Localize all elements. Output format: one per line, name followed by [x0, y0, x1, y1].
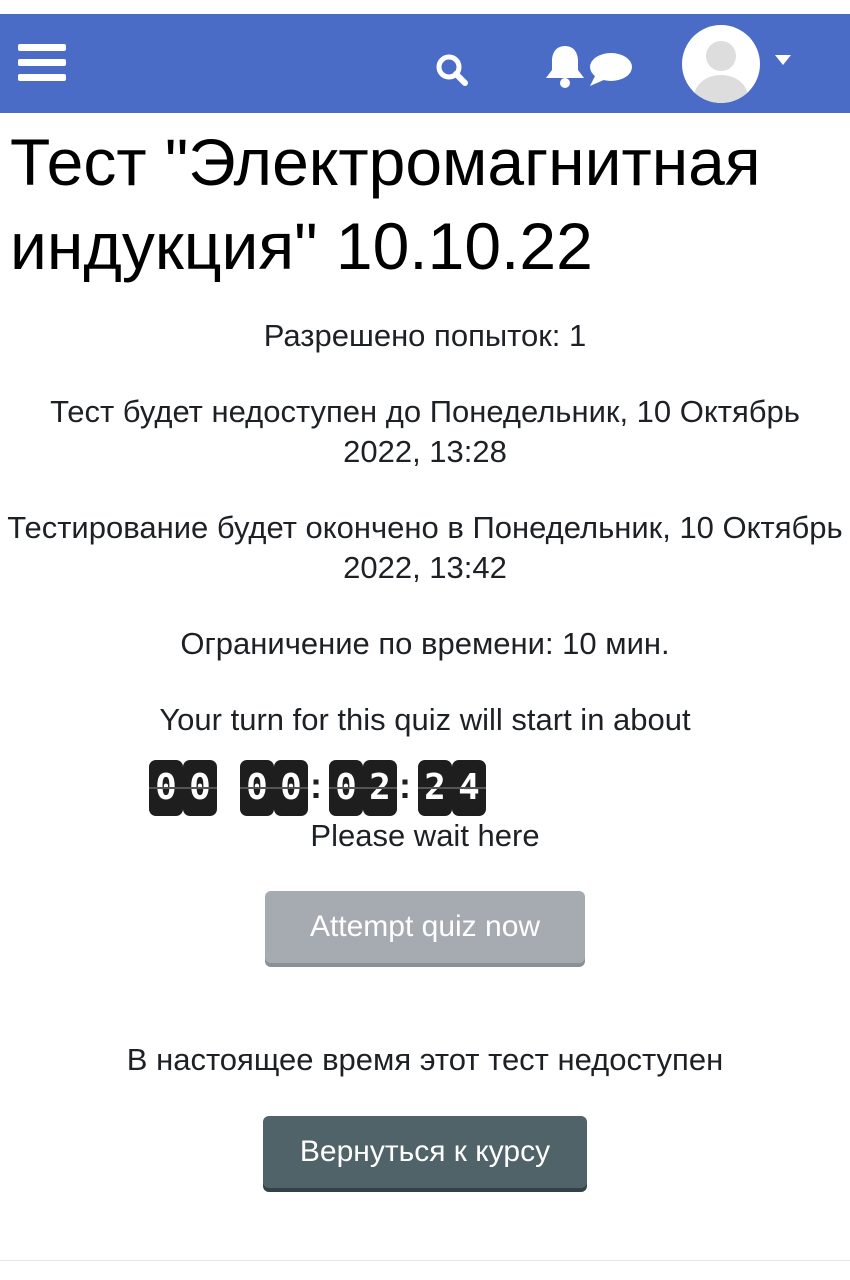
quiz-opens-text: Тест будет недоступен до Понедельник, 10… — [50, 394, 800, 469]
timer-digit-hours-2: 0 — [274, 760, 308, 816]
timer-digit-seconds-2: 4 — [452, 760, 486, 816]
bell-icon[interactable] — [542, 42, 588, 90]
caret-down-icon[interactable] — [774, 54, 792, 66]
timer-digit-days-2: 0 — [183, 760, 217, 816]
timer-digit-minutes-1: 0 — [329, 760, 363, 816]
timer-digit-hours-1: 0 — [240, 760, 274, 816]
attempts-allowed-text: Разрешено попыток: 1 — [263, 318, 587, 353]
timer-digit-days-1: 0 — [149, 760, 183, 816]
timer-colon: : — [310, 765, 322, 806]
timer-digit-seconds-1: 2 — [418, 760, 452, 816]
back-to-course-button[interactable]: Вернуться к курсу — [263, 1116, 587, 1188]
chat-bubble-icon[interactable] — [584, 50, 634, 90]
countdown-timer: 0 0 0 0 : 0 2 : 2 4 — [0, 760, 850, 816]
time-limit-text: Ограничение по времени: 10 мин. — [180, 626, 670, 661]
attempt-quiz-button[interactable]: Attempt quiz now — [265, 891, 585, 963]
wait-text: Please wait here — [310, 818, 540, 853]
page-title: Тест "Электромагнитная индукция" 10.10.2… — [10, 125, 761, 283]
countdown-caption: Your turn for this quiz will start in ab… — [159, 702, 691, 737]
status-strip — [0, 0, 850, 14]
divider — [0, 1260, 850, 1261]
quiz-unavailable-text: В настоящее время этот тест недоступен — [126, 1042, 724, 1077]
quiz-closes-text: Тестирование будет окончено в Понедельни… — [7, 510, 843, 585]
timer-colon: : — [399, 765, 411, 806]
timer-digit-minutes-2: 2 — [363, 760, 397, 816]
hamburger-menu-icon[interactable] — [18, 44, 66, 82]
search-icon[interactable] — [432, 50, 472, 90]
navbar — [0, 14, 850, 113]
user-avatar-icon[interactable] — [682, 25, 760, 103]
